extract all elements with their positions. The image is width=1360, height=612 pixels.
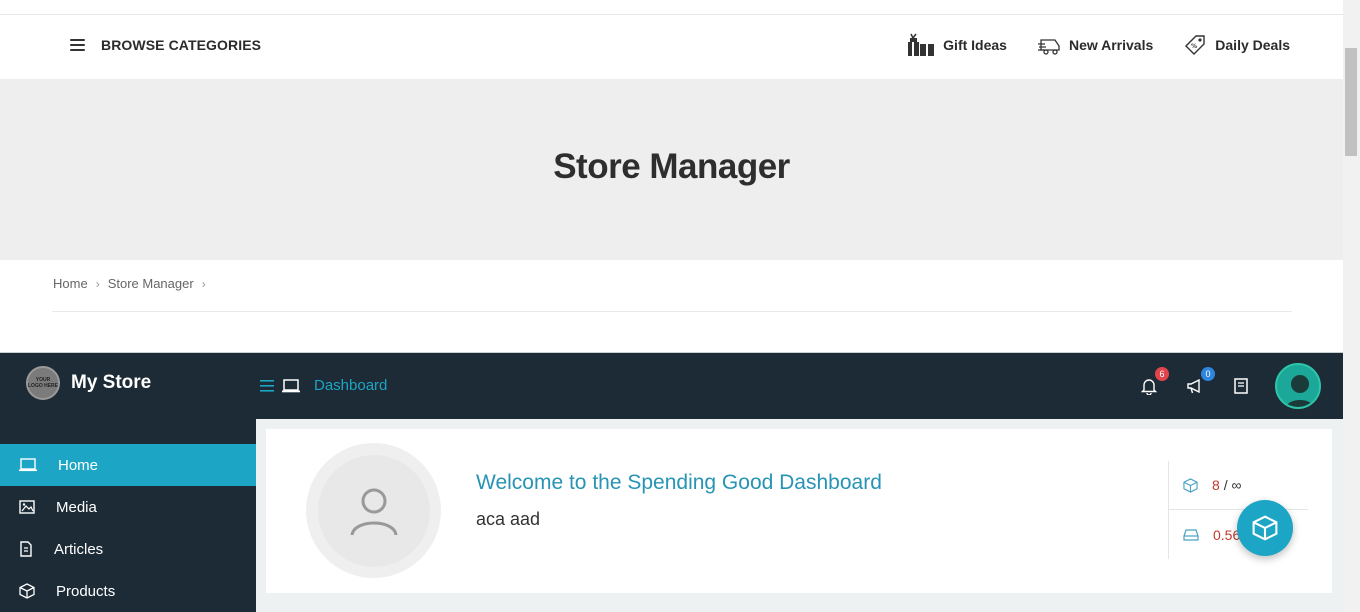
sidebar-item-media[interactable]: Media [0, 486, 256, 528]
announcements-badge: 0 [1201, 367, 1215, 381]
breadcrumb-home[interactable]: Home [53, 276, 88, 291]
dashboard-header: YOUR LOGO HERE My Store Dashboard 6 0 [0, 353, 1343, 419]
sidebar-item-home[interactable]: Home [0, 444, 256, 486]
user-placeholder-icon [350, 488, 397, 536]
document-icon [20, 541, 32, 557]
dashboard-content: Welcome to the Spending Good Dashboard a… [256, 419, 1343, 612]
sidebar-item-label: Media [56, 498, 97, 516]
breadcrumb: Home › Store Manager › [53, 276, 206, 291]
svg-text:%: % [1191, 43, 1197, 50]
welcome-card: Welcome to the Spending Good Dashboard a… [266, 429, 1332, 593]
new-arrivals-label: New Arrivals [1068, 37, 1154, 53]
sidebar-item-products[interactable]: Products [0, 570, 256, 612]
divider [52, 311, 1292, 312]
products-stat: 8 / ∞ [1169, 461, 1308, 510]
page-title: Store Manager [553, 147, 790, 186]
monitor-icon [282, 378, 300, 392]
dashboard-sidebar: Home Media Articles Products [0, 419, 256, 612]
notifications-badge: 6 [1155, 367, 1169, 381]
cube-icon [1252, 515, 1278, 541]
welcome-title: Welcome to the Spending Good Dashboard [476, 471, 882, 494]
store-logo: YOUR LOGO HERE [26, 366, 60, 400]
notifications-button[interactable]: 6 [1137, 367, 1169, 398]
add-product-fab[interactable] [1237, 500, 1293, 556]
page-hero: Store Manager [0, 79, 1343, 260]
tag-icon: % [1185, 35, 1205, 55]
new-arrivals-link[interactable]: New Arrivals [1037, 34, 1153, 56]
category-links: Gift Ideas New Arrivals % Daily Deals [907, 33, 1290, 57]
sidebar-item-label: Home [58, 456, 99, 474]
header-actions: 6 0 [1137, 363, 1321, 409]
bell-icon [1141, 378, 1157, 395]
top-strip [0, 0, 1343, 15]
daily-deals-link[interactable]: % Daily Deals [1183, 33, 1290, 57]
scrollbar-thumb[interactable] [1345, 48, 1357, 156]
page: BROWSE CATEGORIES Gift Ideas New Arrival… [0, 0, 1360, 612]
products-separator: / [1223, 477, 1228, 493]
daily-deals-label: Daily Deals [1215, 37, 1290, 53]
book-icon [1234, 378, 1248, 394]
gift-ideas-link[interactable]: Gift Ideas [907, 33, 1007, 57]
sidebar-item-articles[interactable]: Articles [0, 528, 256, 570]
store-brand[interactable]: YOUR LOGO HERE My Store [26, 366, 151, 400]
browse-categories-label: BROWSE CATEGORIES [101, 37, 262, 53]
username: aca aad [476, 509, 541, 529]
chevron-right-icon: › [201, 276, 206, 291]
products-limit: ∞ [1231, 477, 1242, 493]
chevron-right-icon: › [95, 276, 100, 291]
profile-picture [306, 443, 441, 578]
store-name: My Store [71, 372, 152, 393]
dashboard-label: Dashboard [314, 377, 388, 394]
store-manager-dashboard: YOUR LOGO HERE My Store Dashboard 6 0 Ho… [0, 352, 1343, 612]
header-dashboard-link[interactable]: Dashboard [260, 377, 387, 394]
products-count: 8 [1212, 477, 1220, 493]
menu-icon [70, 39, 85, 51]
category-bar: BROWSE CATEGORIES Gift Ideas New Arrival… [0, 15, 1343, 79]
home-screen-icon [19, 458, 37, 472]
menu-toggle-icon[interactable] [260, 379, 274, 392]
cube-icon [1183, 477, 1198, 493]
announcements-button[interactable]: 0 [1183, 367, 1215, 398]
browse-categories-button[interactable]: BROWSE CATEGORIES [70, 37, 261, 53]
image-icon [19, 500, 35, 514]
cube-icon [19, 583, 35, 599]
drive-icon [1183, 528, 1199, 541]
breadcrumb-store-manager[interactable]: Store Manager [108, 276, 194, 291]
user-avatar[interactable] [1275, 363, 1321, 409]
gift-icon [908, 33, 935, 56]
user-avatar-icon [1285, 375, 1315, 407]
sidebar-item-label: Articles [54, 540, 104, 558]
megaphone-icon [1187, 378, 1200, 394]
sidebar-item-label: Products [56, 582, 116, 600]
gift-ideas-label: Gift Ideas [943, 37, 1007, 53]
delivery-icon [1037, 39, 1060, 55]
knowledgebase-button[interactable] [1229, 374, 1253, 398]
